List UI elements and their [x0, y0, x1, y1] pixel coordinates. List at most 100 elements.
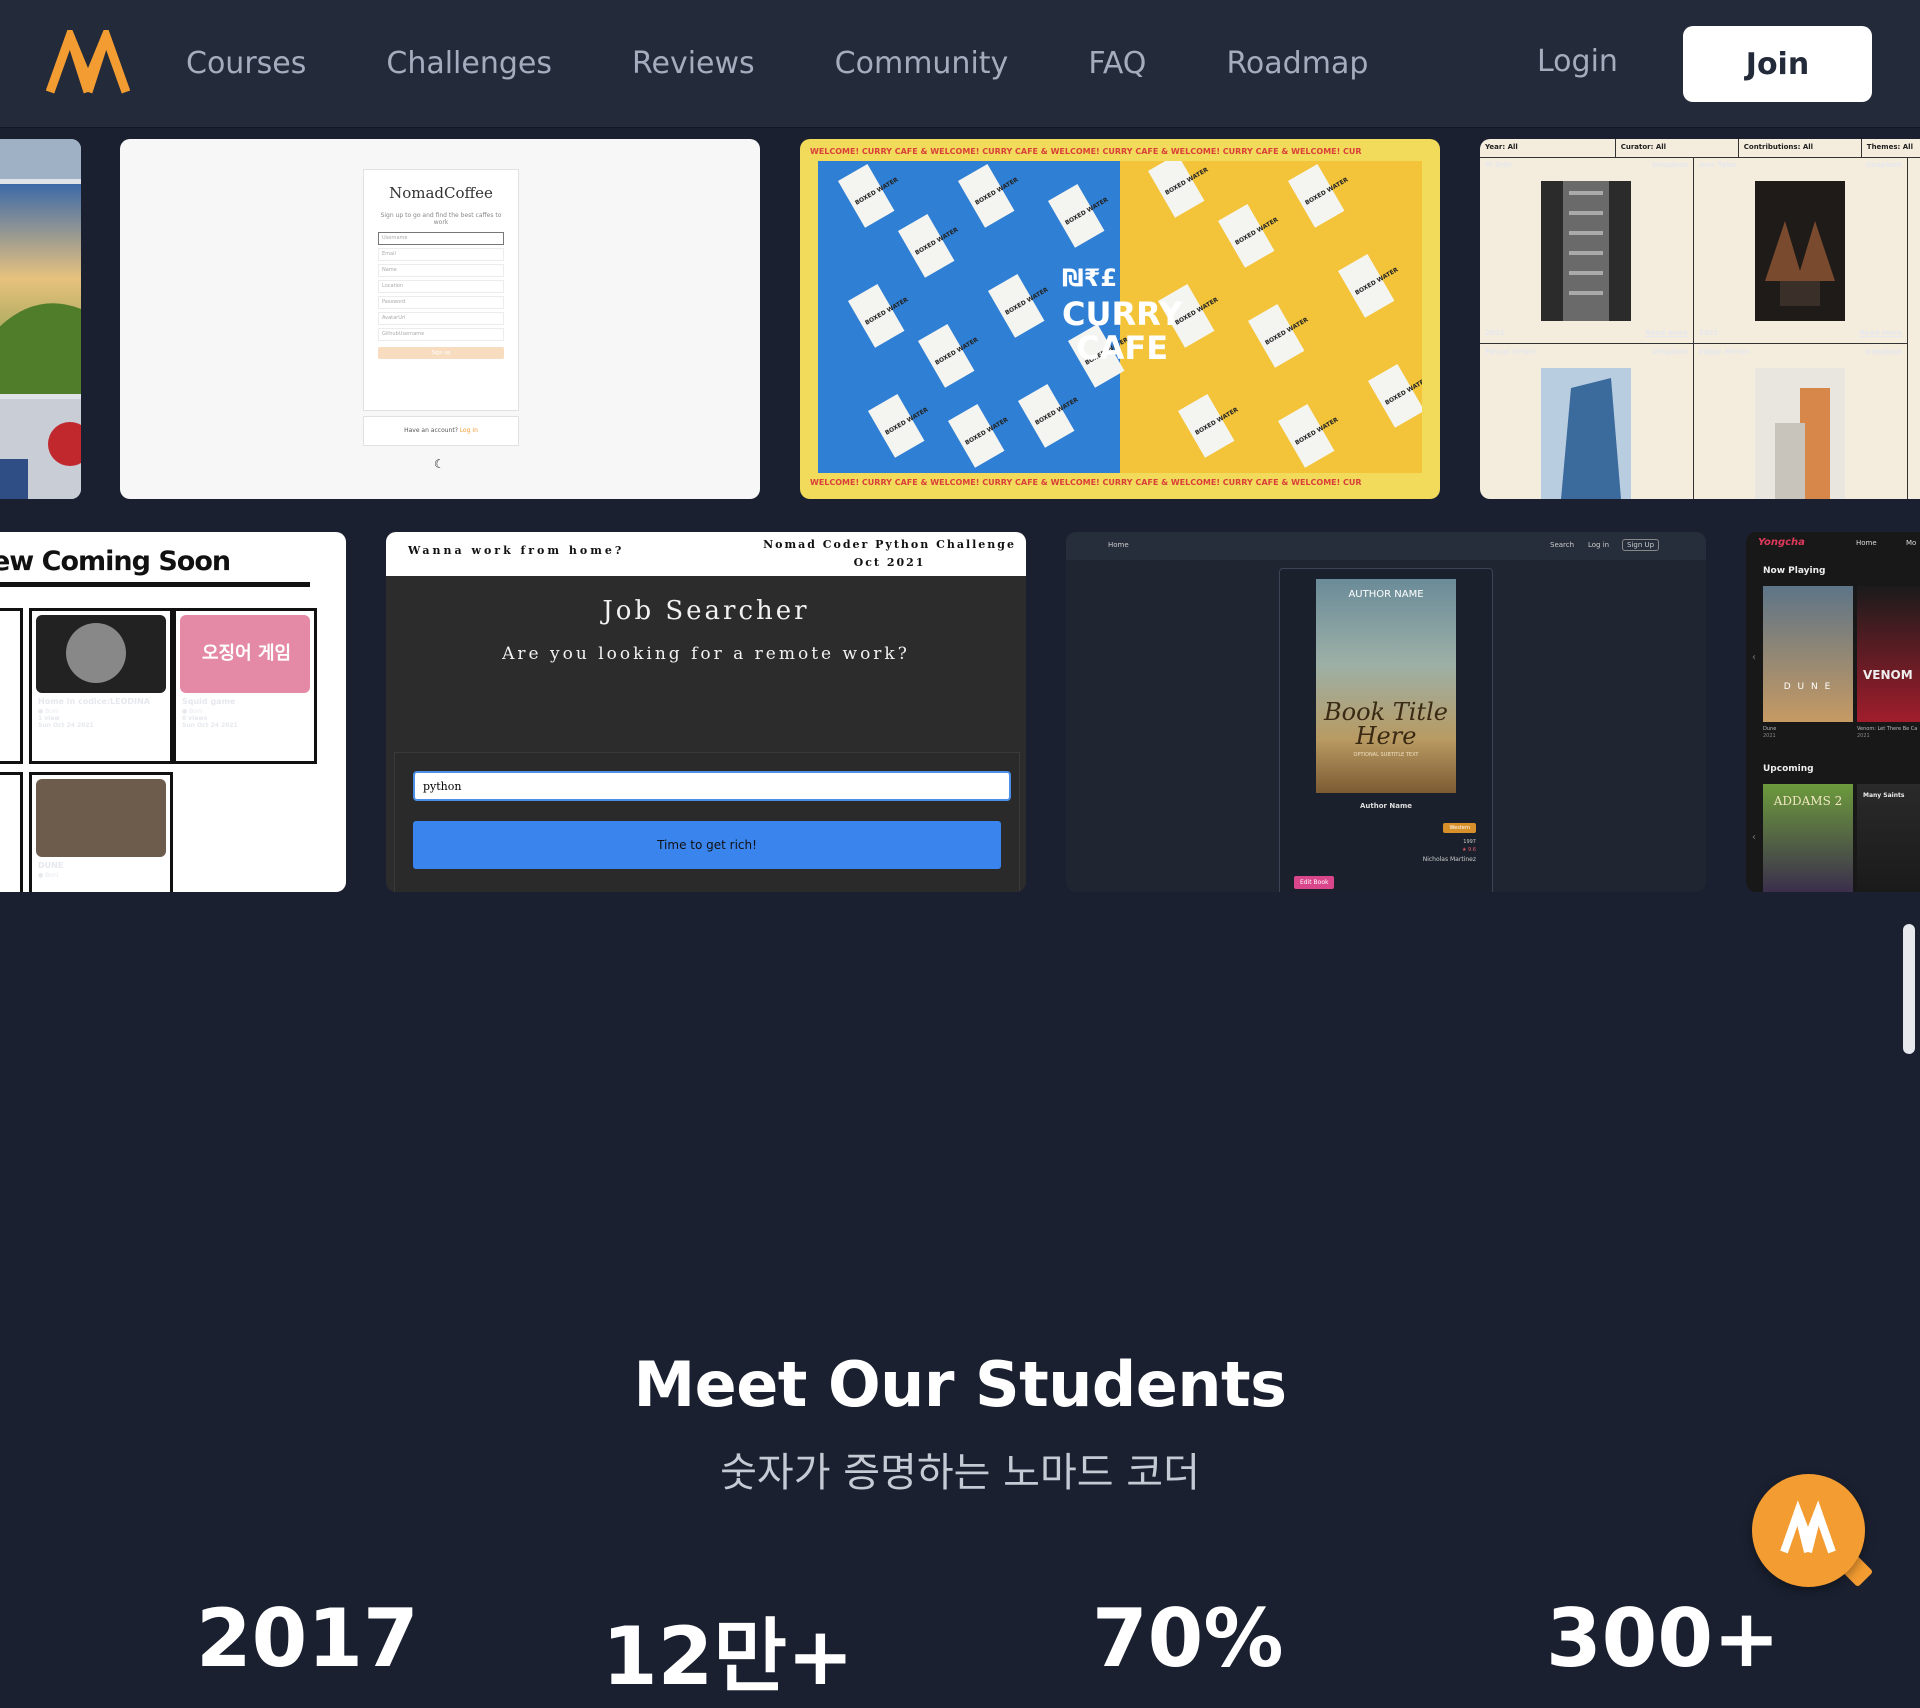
gallery-source: Unsplash — [1651, 161, 1688, 169]
join-button[interactable]: Join — [1683, 26, 1872, 102]
book-card: AUTHOR NAME Book Title Here OPTIONAL SUB… — [1279, 568, 1493, 892]
section-title: Meet Our Students — [633, 1348, 1287, 1421]
yongcha-nav-home[interactable]: Home — [1856, 539, 1877, 547]
signup-title: NomadCoffee — [389, 184, 493, 202]
yongcha-nav-more[interactable]: Mo — [1906, 539, 1916, 547]
page-scrollbar[interactable] — [1903, 924, 1915, 1054]
currycafe-symbols: ₪₹£ — [1062, 264, 1118, 292]
avatar: ● — [38, 872, 44, 879]
book-nav-search[interactable]: Search — [1550, 541, 1574, 549]
movie-poster[interactable]: D U N E — [1763, 586, 1853, 722]
gallery-item[interactable]: Pascal Orsini Unsplash — [1480, 344, 1694, 499]
carousel-prev-icon[interactable]: ‹ — [1752, 652, 1756, 663]
book-nav-signup[interactable]: Sign Up — [1622, 539, 1660, 551]
stat-percent: 70% — [1092, 1592, 1284, 1685]
poster-text: VENOM — [1863, 668, 1913, 682]
book-author: Author Name — [1359, 802, 1413, 810]
gallery-filter-bar: Year: All Curator: All Contributions: Al… — [1480, 139, 1920, 158]
signup-button[interactable]: Sign up — [378, 347, 504, 359]
signup-field-password[interactable]: Password — [378, 296, 504, 309]
project-card-yongcha[interactable]: Yongcha Home Mo Now Playing D U N E Dune… — [1746, 532, 1920, 892]
nav-challenges[interactable]: Challenges — [386, 46, 552, 81]
job-title: Job Searcher — [602, 596, 810, 626]
project-card-currycafe[interactable]: WELCOME! CURRY CAFE & WELCOME! CURRY CAF… — [800, 139, 1440, 499]
signup-field-username[interactable]: Username — [378, 232, 504, 245]
filter-contributions[interactable]: Contributions: All — [1739, 139, 1862, 157]
project-card-book-app[interactable]: Home Search Log in Sign Up AUTHOR NAME B… — [1066, 532, 1706, 892]
video-user-name: Boni — [45, 872, 59, 879]
login-box: Have an account? Log in — [363, 416, 519, 446]
job-search-input[interactable] — [413, 771, 1011, 801]
movie-title: Dune — [1763, 726, 1777, 732]
video-date: Sun Oct 24 2021 — [182, 722, 238, 729]
video-thumbnail: 오징어 게임 — [180, 615, 310, 693]
video-thumbnail — [36, 615, 166, 693]
gallery-item[interactable]: Amr Taha Unsplash 2021 Read more — [1694, 157, 1908, 344]
nav-courses[interactable]: Courses — [186, 46, 306, 81]
video-user: ● Boni — [38, 872, 164, 879]
job-header-left: Wanna work from home? — [408, 544, 625, 557]
book-rating: ★ 9.6 — [1461, 847, 1476, 853]
nav-faq[interactable]: FAQ — [1088, 46, 1146, 81]
book-cover: AUTHOR NAME Book Title Here OPTIONAL SUB… — [1316, 579, 1456, 793]
filter-themes[interactable]: Themes: All — [1862, 139, 1920, 157]
video-card[interactable]: 오징어 게임 Squid game ● Boni 0 views Sun Oct… — [173, 608, 317, 764]
filter-year[interactable]: Year: All — [1480, 139, 1616, 157]
signup-field-location[interactable]: Location — [378, 280, 504, 293]
signup-field-githubusername[interactable]: GithubUsername — [378, 328, 504, 341]
stat-students: 12만+ — [602, 1610, 854, 1703]
nav-roadmap[interactable]: Roadmap — [1226, 46, 1368, 81]
project-card-job-searcher[interactable]: Wanna work from home? Nomad Coder Python… — [386, 532, 1026, 892]
gallery-item[interactable]: Yi ZHU Unsplash 2021 Read more — [1480, 157, 1694, 344]
stat-year: 2017 — [196, 1592, 419, 1685]
poster-text: Many Saints — [1863, 792, 1905, 799]
cover-subtitle: OPTIONAL SUBTITLE TEXT — [1353, 752, 1419, 758]
movie-poster[interactable]: ADDAMS 2 — [1763, 784, 1853, 892]
stat-count: 300+ — [1546, 1592, 1781, 1685]
edit-book-button[interactable]: Edit Book — [1294, 876, 1335, 889]
video-card-partial — [0, 772, 23, 892]
yongcha-logo[interactable]: Yongcha — [1758, 537, 1805, 548]
video-user-name: Boni — [45, 708, 59, 715]
book-year: 1997 — [1463, 839, 1476, 845]
job-submit-button[interactable]: Time to get rich! — [413, 821, 1001, 869]
landscape-image — [0, 139, 81, 499]
currycafe-title: CURRY CAFE — [1062, 297, 1182, 365]
nomad-logo-icon[interactable] — [46, 30, 130, 96]
chat-button[interactable] — [1752, 1474, 1865, 1587]
book-nav-login[interactable]: Log in — [1588, 541, 1609, 549]
carousel-prev-icon[interactable]: ‹ — [1752, 832, 1756, 843]
upcoming-heading: Upcoming — [1763, 764, 1814, 774]
currycafe-title-line2: CAFE — [1076, 329, 1169, 367]
nav-links: Courses Challenges Reviews Community FAQ… — [186, 0, 1448, 127]
nav-reviews[interactable]: Reviews — [632, 46, 755, 81]
movie-poster[interactable]: Many Saints — [1857, 784, 1920, 892]
movie-poster[interactable]: VENOM — [1857, 586, 1920, 722]
signup-field-name[interactable]: Name — [378, 264, 504, 277]
project-card-landscape[interactable] — [0, 139, 81, 499]
gallery-item[interactable]: Edgar Moran Unsplash — [1694, 344, 1908, 499]
gallery-read-more[interactable]: Read more — [1645, 329, 1688, 337]
video-card[interactable]: Home in codice:LEODINA ● Boni 1 view Sun… — [29, 608, 173, 764]
cover-title-line2: Here — [1355, 722, 1417, 750]
project-card-nomadcoffee[interactable]: NomadCoffee Sign up to go and find the b… — [120, 139, 760, 499]
book-nav-home[interactable]: Home — [1108, 541, 1129, 549]
gallery-author: Yi ZHU — [1485, 161, 1512, 169]
moon-icon[interactable]: ☾ — [434, 457, 445, 471]
nav-community[interactable]: Community — [835, 46, 1009, 81]
video-date: Sun Oct 24 2021 — [38, 722, 94, 729]
job-header: Wanna work from home? Nomad Coder Python… — [386, 532, 1026, 576]
project-card-coming-soon[interactable]: ew Coming Soon Home in codice:LEODINA ● … — [0, 532, 346, 892]
signup-field-avatarurl[interactable]: AvatarUrl — [378, 312, 504, 325]
login-link-small[interactable]: Log in — [460, 427, 478, 434]
filter-curator[interactable]: Curator: All — [1616, 139, 1739, 157]
video-title: Home in codice:LEODINA — [38, 697, 150, 706]
login-link[interactable]: Login — [1537, 44, 1618, 79]
section-subtitle: 숫자가 증명하는 노마드 코더 — [720, 1450, 1200, 1496]
gallery-read-more[interactable]: Read more — [1859, 329, 1902, 337]
video-title: Squid game — [182, 697, 236, 706]
project-card-gallery[interactable]: Year: All Curator: All Contributions: Al… — [1480, 139, 1920, 499]
signup-field-email[interactable]: Email — [378, 248, 504, 261]
video-card[interactable]: DUNE ● Boni — [29, 772, 173, 892]
book-person: Nicholas Martinez — [1422, 856, 1476, 863]
